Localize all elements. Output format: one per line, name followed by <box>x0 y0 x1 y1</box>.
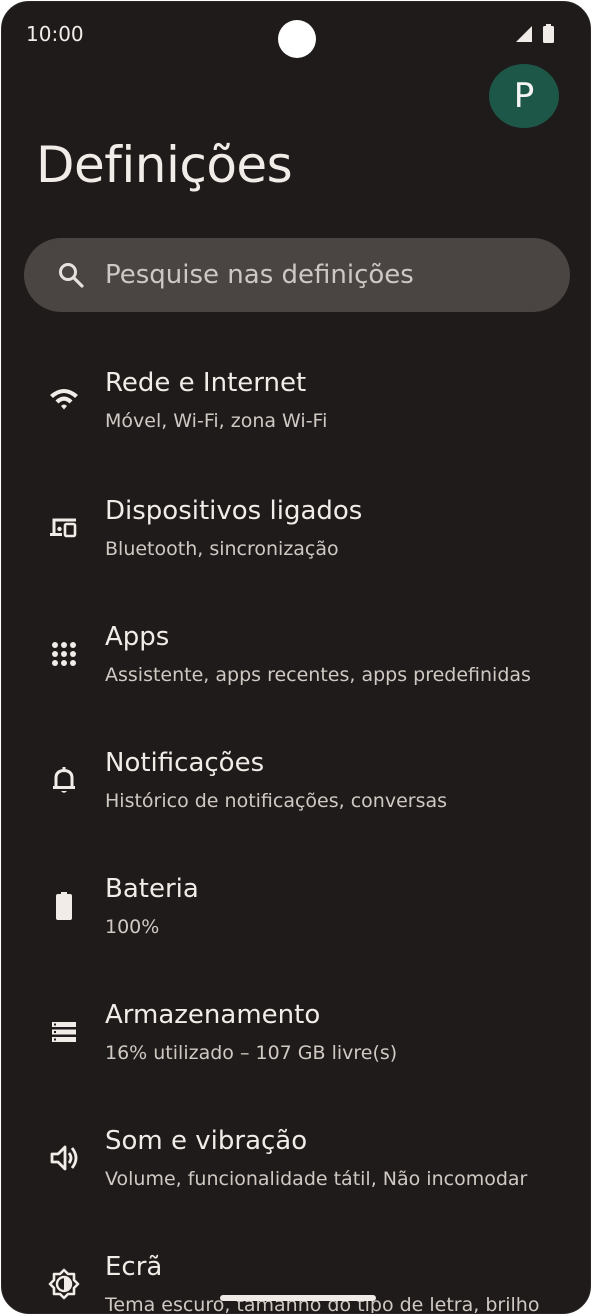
search-bar[interactable]: Pesquise nas definições <box>24 238 570 312</box>
setting-title: Ecrã <box>105 1252 163 1282</box>
setting-title: Bateria <box>105 874 199 904</box>
setting-subtitle: Assistente, apps recentes, apps predefin… <box>105 664 531 686</box>
battery-status-icon <box>543 24 554 43</box>
setting-connected-devices[interactable]: Dispositivos ligados Bluetooth, sincroni… <box>2 464 590 590</box>
status-time: 10:00 <box>26 22 84 46</box>
volume-icon <box>50 1145 78 1171</box>
camera-cutout <box>278 20 316 58</box>
setting-subtitle: Volume, funcionalidade tátil, Não incomo… <box>105 1168 528 1190</box>
battery-icon <box>56 892 72 920</box>
search-icon <box>59 263 84 288</box>
phone-screen: 10:00 P Definições Pesquise nas definiçõ… <box>1 1 591 1314</box>
bell-icon <box>53 767 75 793</box>
setting-title: Rede e Internet <box>105 368 307 398</box>
connected-devices-icon <box>50 518 77 538</box>
storage-icon <box>52 1022 76 1042</box>
wifi-icon <box>50 389 78 410</box>
setting-storage[interactable]: Armazenamento 16% utilizado – 107 GB liv… <box>2 968 590 1094</box>
cell-signal-icon <box>516 26 532 42</box>
setting-subtitle: Móvel, Wi-Fi, zona Wi-Fi <box>105 410 328 432</box>
profile-avatar[interactable]: P <box>489 64 559 128</box>
setting-battery[interactable]: Bateria 100% <box>2 842 590 968</box>
setting-title: Apps <box>105 622 170 652</box>
setting-title: Notificações <box>105 748 265 778</box>
status-bar: 10:00 <box>2 2 590 66</box>
setting-subtitle: Bluetooth, sincronização <box>105 538 339 560</box>
apps-grid-icon <box>52 642 76 666</box>
setting-notifications[interactable]: Notificações Histórico de notificações, … <box>2 716 590 842</box>
search-placeholder: Pesquise nas definições <box>105 260 414 290</box>
setting-title: Som e vibração <box>105 1126 308 1156</box>
gesture-nav-handle[interactable] <box>220 1295 376 1301</box>
setting-sound-vibration[interactable]: Som e vibração Volume, funcionalidade tá… <box>2 1094 590 1220</box>
setting-subtitle: Histórico de notificações, conversas <box>105 790 448 812</box>
setting-apps[interactable]: Apps Assistente, apps recentes, apps pre… <box>2 590 590 716</box>
setting-network-internet[interactable]: Rede e Internet Móvel, Wi-Fi, zona Wi-Fi <box>2 338 590 464</box>
display-brightness-icon <box>48 1268 80 1300</box>
setting-subtitle: 16% utilizado – 107 GB livre(s) <box>105 1042 398 1064</box>
setting-subtitle: 100% <box>105 916 160 938</box>
setting-title: Armazenamento <box>105 1000 321 1030</box>
page-title: Definições <box>36 136 293 194</box>
setting-title: Dispositivos ligados <box>105 496 363 526</box>
